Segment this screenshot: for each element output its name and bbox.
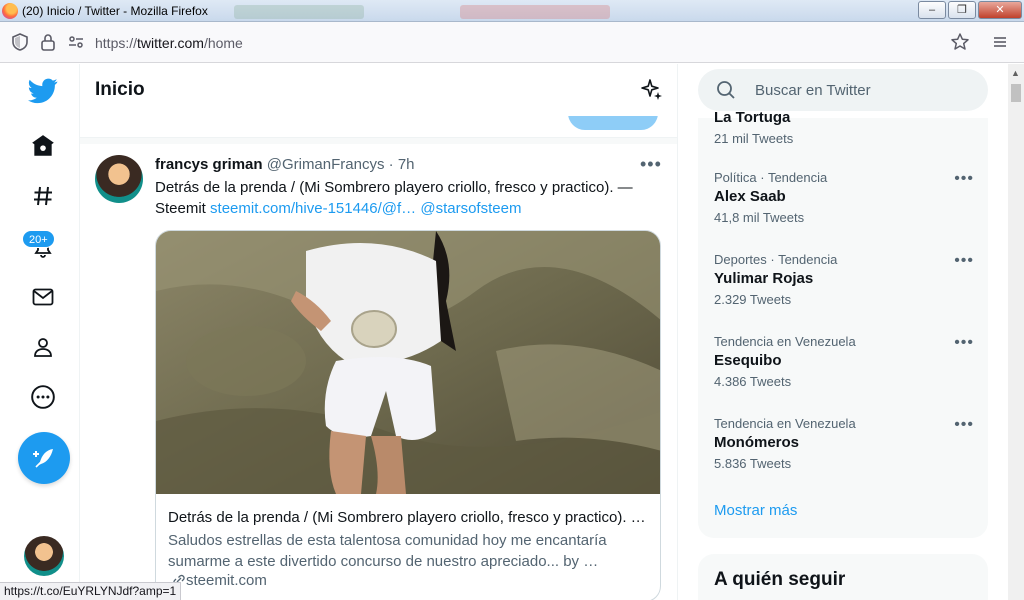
trend-context: Tendencia en Venezuela bbox=[714, 416, 856, 431]
trend-item[interactable]: Política · Tendencia Alex Saab 41,8 mil … bbox=[714, 170, 974, 225]
card-description: Saludos estrellas de esta talentosa comu… bbox=[168, 532, 607, 570]
home-timeline: Inicio francys griman @GrimanFrancys · 7… bbox=[80, 64, 678, 600]
hashtag-icon bbox=[34, 186, 52, 206]
window-controls: – ❐ ✕ bbox=[918, 1, 1022, 19]
tweet-author-handle[interactable]: @GrimanFrancys bbox=[267, 156, 385, 173]
show-more-link[interactable]: Mostrar más bbox=[714, 502, 797, 519]
background-window-tab bbox=[460, 5, 610, 19]
window-title: (20) Inicio / Twitter - Mozilla Firefox bbox=[22, 4, 208, 18]
sparkle-icon[interactable] bbox=[640, 78, 664, 102]
tracking-protection-shield-icon[interactable] bbox=[10, 32, 30, 52]
background-window-tab bbox=[234, 5, 364, 19]
window-titlebar: (20) Inicio / Twitter - Mozilla Firefox … bbox=[0, 0, 1024, 22]
trend-name: Yulimar Rojas bbox=[714, 270, 814, 287]
bookmark-star-icon[interactable] bbox=[950, 32, 970, 52]
card-image[interactable] bbox=[156, 231, 661, 494]
twitter-logo-link[interactable] bbox=[22, 70, 64, 112]
tweet-text: Detrás de la prenda / (Mi Sombrero playe… bbox=[155, 179, 633, 217]
link-preview-card[interactable]: Detrás de la prenda / (Mi Sombrero playe… bbox=[155, 230, 661, 600]
compose-box-scrolled bbox=[80, 116, 677, 138]
tweet-more-button[interactable]: ••• bbox=[640, 154, 662, 175]
minimize-button[interactable]: – bbox=[918, 1, 946, 19]
tweet-header: francys griman @GrimanFrancys · 7h bbox=[155, 156, 415, 173]
tweet-mention[interactable]: @starsofsteem bbox=[420, 200, 521, 217]
trend-count: 41,8 mil Tweets bbox=[714, 210, 805, 225]
feather-plus-icon bbox=[33, 449, 53, 468]
trend-name: Esequibo bbox=[714, 352, 782, 369]
sidebar: La Tortuga 21 mil Tweets Política · Tend… bbox=[678, 64, 1008, 600]
search-icon bbox=[717, 81, 735, 99]
tweet[interactable]: francys griman @GrimanFrancys · 7h ••• D… bbox=[80, 144, 677, 600]
compose-tweet-button[interactable] bbox=[18, 432, 70, 484]
page-scrollbar[interactable]: ▲ bbox=[1008, 64, 1024, 600]
trend-more-button[interactable]: ••• bbox=[954, 252, 974, 270]
search-box[interactable]: Buscar en Twitter bbox=[698, 69, 988, 111]
nav-explore[interactable] bbox=[22, 175, 64, 217]
nav-home[interactable] bbox=[22, 125, 64, 167]
trend-count: 5.836 Tweets bbox=[714, 456, 792, 471]
firefox-logo-icon bbox=[2, 3, 18, 19]
primary-nav: 20+ bbox=[0, 64, 80, 600]
card-domain: steemit.com bbox=[172, 572, 267, 589]
tweet-author-avatar[interactable] bbox=[95, 155, 143, 203]
trend-count: 2.329 Tweets bbox=[714, 292, 792, 307]
tweet-submit-button[interactable] bbox=[568, 116, 658, 130]
browser-navbar: https://twitter.com/home bbox=[0, 22, 1024, 63]
trend-more-button[interactable]: ••• bbox=[954, 416, 974, 434]
twitter-bird-icon bbox=[28, 78, 58, 104]
search-placeholder[interactable]: Buscar en Twitter bbox=[755, 82, 871, 99]
trend-context: Deportes · Tendencia bbox=[714, 252, 838, 267]
scroll-up-arrow-icon[interactable]: ▲ bbox=[1011, 68, 1020, 78]
tweet-time[interactable]: 7h bbox=[398, 156, 415, 173]
trend-item[interactable]: Tendencia en Venezuela Monómeros 5.836 T… bbox=[714, 416, 974, 471]
trend-name: Alex Saab bbox=[714, 188, 786, 205]
nav-more[interactable] bbox=[22, 376, 64, 418]
nav-profile[interactable] bbox=[22, 326, 64, 368]
trend-more-button[interactable]: ••• bbox=[954, 170, 974, 188]
tweet-author-name[interactable]: francys griman bbox=[155, 156, 263, 173]
trend-context: Tendencia en Venezuela bbox=[714, 334, 856, 349]
trend-item[interactable]: Tendencia en Venezuela Esequibo 4.386 Tw… bbox=[714, 334, 974, 389]
who-to-follow-title: A quién seguir bbox=[714, 569, 846, 590]
trend-more-button[interactable]: ••• bbox=[954, 334, 974, 352]
trend-item[interactable]: Deportes · Tendencia Yulimar Rojas 2.329… bbox=[714, 252, 974, 307]
trend-count: 21 mil Tweets bbox=[714, 131, 794, 146]
trend-name: Monómeros bbox=[714, 434, 800, 451]
timeline-header: Inicio bbox=[80, 64, 677, 116]
close-button[interactable]: ✕ bbox=[978, 1, 1022, 19]
trend-item[interactable]: La Tortuga 21 mil Tweets bbox=[714, 106, 974, 146]
trends-panel: La Tortuga 21 mil Tweets Política · Tend… bbox=[698, 109, 988, 538]
trend-context: Política · Tendencia bbox=[714, 170, 828, 185]
page-title: Inicio bbox=[95, 79, 145, 100]
url-text[interactable]: https://twitter.com/home bbox=[95, 35, 243, 51]
trend-name: La Tortuga bbox=[714, 109, 791, 126]
tweet-separator: · bbox=[384, 156, 398, 173]
hamburger-menu-icon[interactable] bbox=[990, 32, 1010, 52]
nav-messages[interactable] bbox=[22, 276, 64, 318]
account-avatar[interactable] bbox=[24, 536, 64, 576]
who-to-follow-panel: A quién seguir bbox=[698, 554, 988, 600]
scrollbar-thumb[interactable] bbox=[1011, 84, 1021, 102]
more-options-circle-icon bbox=[31, 385, 55, 409]
card-title: Detrás de la prenda / (Mi Sombrero playe… bbox=[168, 509, 646, 526]
status-link-preview: https://t.co/EuYRLYNJdf?amp=1 bbox=[0, 582, 182, 600]
home-icon bbox=[32, 135, 54, 156]
notifications-badge: 20+ bbox=[22, 230, 55, 248]
trend-count: 4.386 Tweets bbox=[714, 374, 792, 389]
tweet-link[interactable]: steemit.com/hive-151446/@f… bbox=[210, 200, 416, 217]
lock-icon[interactable] bbox=[38, 32, 58, 52]
person-icon bbox=[34, 338, 52, 357]
url-bar[interactable]: https://twitter.com/home bbox=[62, 28, 942, 57]
envelope-icon bbox=[32, 288, 54, 306]
maximize-button[interactable]: ❐ bbox=[948, 1, 976, 19]
